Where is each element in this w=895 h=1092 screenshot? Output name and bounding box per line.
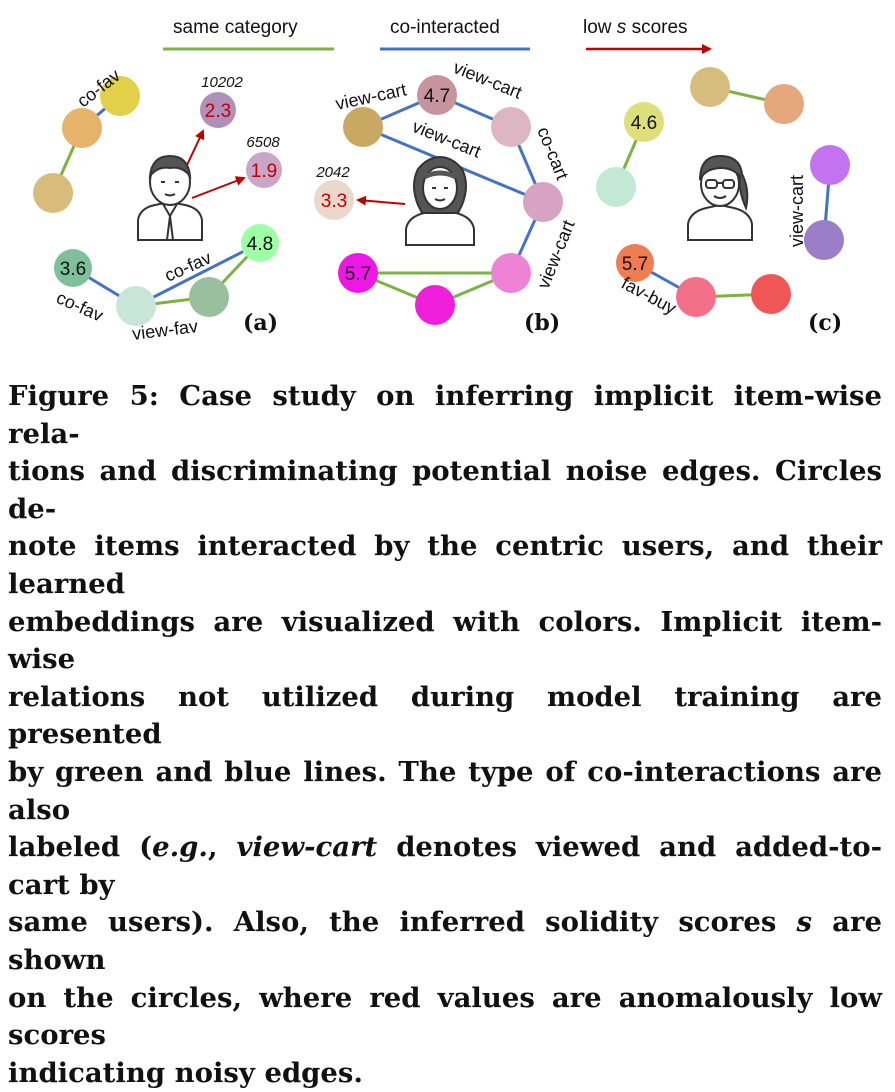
item-node: [523, 182, 563, 222]
noisy-edge-arrow: [356, 195, 406, 206]
item-id-label: 2042: [315, 164, 350, 181]
edge-label: view-cart: [410, 116, 484, 162]
caption-line: relations not utilized during model trai…: [8, 680, 882, 751]
caption-line: same users). Also, the inferred solidity…: [8, 904, 882, 979]
caption-italic: s: [796, 906, 813, 939]
noisy-edge-arrow: [191, 176, 246, 199]
caption-italic: e.g.: [152, 831, 208, 864]
item-node: [676, 277, 716, 317]
item-node: [804, 220, 844, 260]
item-node: [62, 108, 102, 148]
panel-label: (c): [808, 310, 842, 336]
edge-label: view-cart: [451, 57, 525, 103]
edge-label: co-fav: [53, 287, 106, 325]
caption-line: embeddings are visualized with colors. I…: [8, 605, 882, 676]
panel-c: 4.6 5.7 view-cart fav-buy (c): [596, 67, 850, 336]
caption-text: same users). Also, the inferred solidity…: [8, 906, 797, 939]
score-value: 5.7: [345, 264, 371, 285]
caption-line: indicating noisy edges.: [8, 1056, 363, 1089]
item-node: [810, 145, 850, 185]
item-node: [343, 107, 383, 147]
legend-same-category-label: same category: [173, 17, 298, 38]
panel-label: (a): [243, 310, 278, 336]
item-node: [116, 286, 156, 326]
noisy-score-value: 3.3: [321, 191, 347, 212]
item-node: [764, 84, 804, 124]
caption-line: tions and discriminating potential noise…: [8, 455, 882, 525]
legend-low-scores-label: low s scores: [583, 17, 688, 38]
edge-label: view-cart: [787, 175, 807, 247]
legend: same category co-interacted low s scores: [163, 17, 712, 54]
item-node: [751, 274, 791, 314]
caption-line: note items interacted by the centric use…: [8, 530, 882, 600]
caption-line: Figure 5: Case study on inferring implic…: [8, 380, 882, 450]
item-id-label: 6508: [246, 134, 280, 151]
item-node: [596, 167, 636, 207]
item-node: [690, 67, 730, 107]
edge-label: co-cart: [533, 124, 572, 183]
item-id-label: 10202: [201, 74, 243, 91]
noisy-score-value: 1.9: [251, 161, 277, 182]
item-node: [33, 173, 73, 213]
panel-a: 2.3 1.9 3.6 4.8 10202 6508 co-fav co-fav…: [33, 65, 282, 344]
score-value: 4.8: [247, 234, 273, 255]
case-study-figure: same category co-interacted low s scores…: [33, 17, 850, 344]
score-value: 4.6: [631, 113, 657, 134]
item-node: [189, 277, 229, 317]
panel-b: 4.7 5.7 3.3 2042 view-cart view-cart vie…: [314, 57, 579, 336]
caption-text: ,: [207, 831, 237, 864]
legend-co-interacted-label: co-interacted: [390, 17, 500, 38]
caption-italic: view-cart: [236, 831, 378, 864]
score-value: 4.7: [424, 86, 450, 107]
panel-label: (b): [524, 310, 560, 336]
score-value: 3.6: [60, 259, 86, 280]
female-user-glasses-icon: [687, 154, 753, 241]
caption-line: by green and blue lines. The type of co-…: [8, 755, 882, 826]
score-value: 5.7: [622, 254, 648, 275]
caption-text: labeled (: [8, 831, 153, 864]
noisy-score-value: 2.3: [205, 101, 231, 122]
caption-line: on the circles, where red values are ano…: [8, 981, 882, 1052]
item-node: [491, 253, 531, 293]
figure-caption: Figure 5: Case study on inferring implic…: [8, 378, 882, 1092]
item-node: [415, 285, 455, 325]
item-node: [491, 107, 531, 147]
edge-label: fav-buy: [618, 273, 680, 318]
edge-label: view-cart: [533, 217, 579, 291]
caption-line: labeled (e.g., view-cart denotes viewed …: [8, 829, 882, 904]
